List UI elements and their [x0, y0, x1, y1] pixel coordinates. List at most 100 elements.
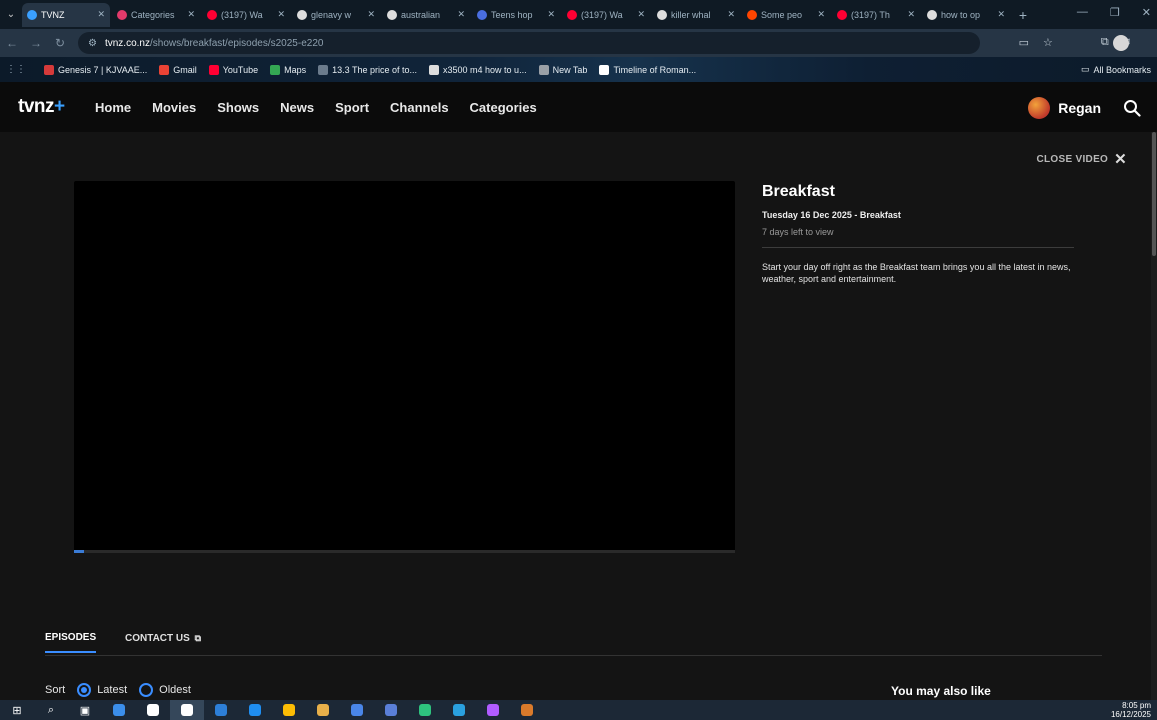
- nav-link-shows[interactable]: Shows: [217, 100, 259, 115]
- tab-title: (3197) Wa: [221, 9, 263, 20]
- bookmark-item[interactable]: 13.3 The price of to...: [318, 64, 417, 75]
- nav-link-categories[interactable]: Categories: [470, 100, 537, 115]
- task-view-icon[interactable]: ▣: [68, 700, 102, 720]
- all-bookmarks-label: All Bookmarks: [1093, 64, 1151, 75]
- bookmark-star-icon[interactable]: ☆: [1043, 36, 1053, 49]
- taskbar-app-icon[interactable]: [238, 700, 272, 720]
- new-tab-icon[interactable]: +: [1014, 6, 1032, 24]
- browser-tab[interactable]: Teens hop ✕: [472, 3, 560, 27]
- site-info-icon[interactable]: ⚙: [88, 38, 97, 49]
- episode-title: Breakfast: [762, 183, 835, 200]
- browser-tab[interactable]: TVNZ ✕: [22, 2, 110, 27]
- sort-option-latest[interactable]: Latest: [77, 683, 127, 697]
- profile-avatar[interactable]: [1113, 35, 1129, 51]
- tab-favicon-icon: [567, 9, 577, 20]
- browser-tab[interactable]: (3197) Wa ✕: [562, 3, 650, 27]
- forward-icon[interactable]: →: [24, 36, 48, 50]
- tab-close-icon[interactable]: ✕: [817, 9, 825, 20]
- tab-close-icon[interactable]: ✕: [187, 9, 195, 20]
- cast-icon[interactable]: ▭: [1019, 36, 1029, 49]
- apps-grid-icon[interactable]: ⋮⋮: [6, 64, 26, 75]
- bookmark-item[interactable]: Maps: [270, 64, 306, 75]
- browser-tab[interactable]: killer whal ✕: [652, 3, 740, 27]
- search-icon[interactable]: [1123, 99, 1141, 117]
- radio-oldest[interactable]: [139, 683, 154, 697]
- tab-close-icon[interactable]: ✕: [457, 9, 465, 20]
- tvnz-logo[interactable]: tvnz+: [18, 96, 65, 118]
- user-menu[interactable]: Regan: [1028, 97, 1101, 119]
- browser-tab[interactable]: Categories ✕: [112, 3, 200, 27]
- tab-close-icon[interactable]: ✕: [97, 9, 105, 20]
- bookmark-item[interactable]: YouTube: [208, 64, 258, 75]
- taskbar-app-icon[interactable]: [340, 700, 374, 720]
- nav-link-home[interactable]: Home: [95, 100, 131, 115]
- bookmark-item[interactable]: x3500 m4 how to u...: [429, 64, 527, 75]
- system-clock[interactable]: 8:05 pm 16/12/2025: [1111, 701, 1151, 719]
- browser-tab[interactable]: (3197) Wa ✕: [202, 3, 290, 27]
- browser-tab[interactable]: how to op ✕: [922, 3, 1010, 27]
- tab-close-icon[interactable]: ✕: [277, 9, 285, 20]
- tab-episodes[interactable]: EPISODES: [45, 632, 97, 653]
- app-glyph-icon: [215, 704, 227, 716]
- taskbar-app-icon[interactable]: [170, 700, 204, 720]
- app-glyph-icon: [317, 704, 329, 716]
- tab-close-icon[interactable]: ✕: [367, 9, 375, 20]
- restore-icon[interactable]: ❐: [1110, 6, 1120, 19]
- nav-link-sport[interactable]: Sport: [335, 100, 369, 115]
- close-video-button[interactable]: CLOSE VIDEO ✕: [1036, 150, 1127, 168]
- minimize-icon[interactable]: —: [1077, 6, 1088, 19]
- browser-tab[interactable]: (3197) Th ✕: [832, 3, 920, 27]
- taskbar-app-icon[interactable]: [136, 700, 170, 720]
- tab-close-icon[interactable]: ✕: [997, 9, 1005, 20]
- radio-latest[interactable]: [77, 683, 92, 697]
- taskbar-app-icon[interactable]: [102, 700, 136, 720]
- browser-tab[interactable]: australian ✕: [382, 3, 470, 27]
- all-bookmarks[interactable]: ▭ All Bookmarks: [1081, 64, 1151, 75]
- tab-favicon-icon: [747, 9, 757, 20]
- sort-option-oldest[interactable]: Oldest: [139, 683, 191, 697]
- bookmark-item[interactable]: Gmail: [159, 64, 197, 75]
- taskbar-app-icon[interactable]: [374, 700, 408, 720]
- tab-close-icon[interactable]: ✕: [907, 9, 915, 20]
- bookmark-item[interactable]: New Tab: [538, 64, 587, 75]
- back-icon[interactable]: ←: [0, 36, 24, 50]
- tab-favicon-icon: [657, 9, 667, 20]
- windows-taskbar: ⊞ ⌕ ▣ 8:05 pm 16/12/2025: [0, 700, 1157, 720]
- taskbar-app-icon[interactable]: [272, 700, 306, 720]
- video-progress-bar[interactable]: [74, 550, 735, 553]
- browser-tab[interactable]: glenavy w ✕: [292, 3, 380, 27]
- tab-contact-us[interactable]: CONTACT US ⧉: [125, 633, 201, 644]
- nav-link-movies[interactable]: Movies: [152, 100, 196, 115]
- nav-link-channels[interactable]: Channels: [390, 100, 449, 115]
- close-window-icon[interactable]: ✕: [1142, 6, 1151, 19]
- taskbar-app-icon[interactable]: [510, 700, 544, 720]
- start-icon[interactable]: ⊞: [0, 700, 34, 720]
- nav-link-news[interactable]: News: [280, 100, 314, 115]
- browser-tab[interactable]: Some peo ✕: [742, 3, 830, 27]
- bookmark-item[interactable]: Genesis 7 | KJVAAE...: [44, 64, 147, 75]
- tab-close-icon[interactable]: ✕: [727, 9, 735, 20]
- bookmark-favicon-icon: [538, 64, 549, 75]
- bookmark-label: Gmail: [173, 64, 197, 75]
- video-player[interactable]: [74, 181, 735, 553]
- taskbar-app-icon[interactable]: [442, 700, 476, 720]
- bookmark-label: x3500 m4 how to u...: [443, 64, 527, 75]
- tab-close-icon[interactable]: ✕: [547, 9, 555, 20]
- taskbar-app-icon[interactable]: [306, 700, 340, 720]
- divider: [762, 247, 1074, 248]
- tab-search-icon[interactable]: ⌄: [2, 6, 20, 24]
- url-input[interactable]: ⚙ tvnz.co.nz/shows/breakfast/episodes/s2…: [78, 32, 980, 54]
- reload-icon[interactable]: ↻: [48, 36, 72, 50]
- bookmark-item[interactable]: Timeline of Roman...: [599, 64, 696, 75]
- window-controls: — ❐ ✕: [1077, 6, 1151, 19]
- section-tabs: EPISODES CONTACT US ⧉: [45, 632, 1102, 656]
- taskbar-app-icon[interactable]: [204, 700, 238, 720]
- extensions-icon[interactable]: ⧉: [1101, 36, 1109, 49]
- scrollbar-thumb[interactable]: [1152, 132, 1156, 256]
- page-scrollbar[interactable]: [1151, 132, 1157, 700]
- tab-close-icon[interactable]: ✕: [637, 9, 645, 20]
- taskbar-search-icon[interactable]: ⌕: [34, 700, 68, 720]
- close-video-label: CLOSE VIDEO: [1036, 153, 1109, 165]
- taskbar-app-icon[interactable]: [408, 700, 442, 720]
- taskbar-app-icon[interactable]: [476, 700, 510, 720]
